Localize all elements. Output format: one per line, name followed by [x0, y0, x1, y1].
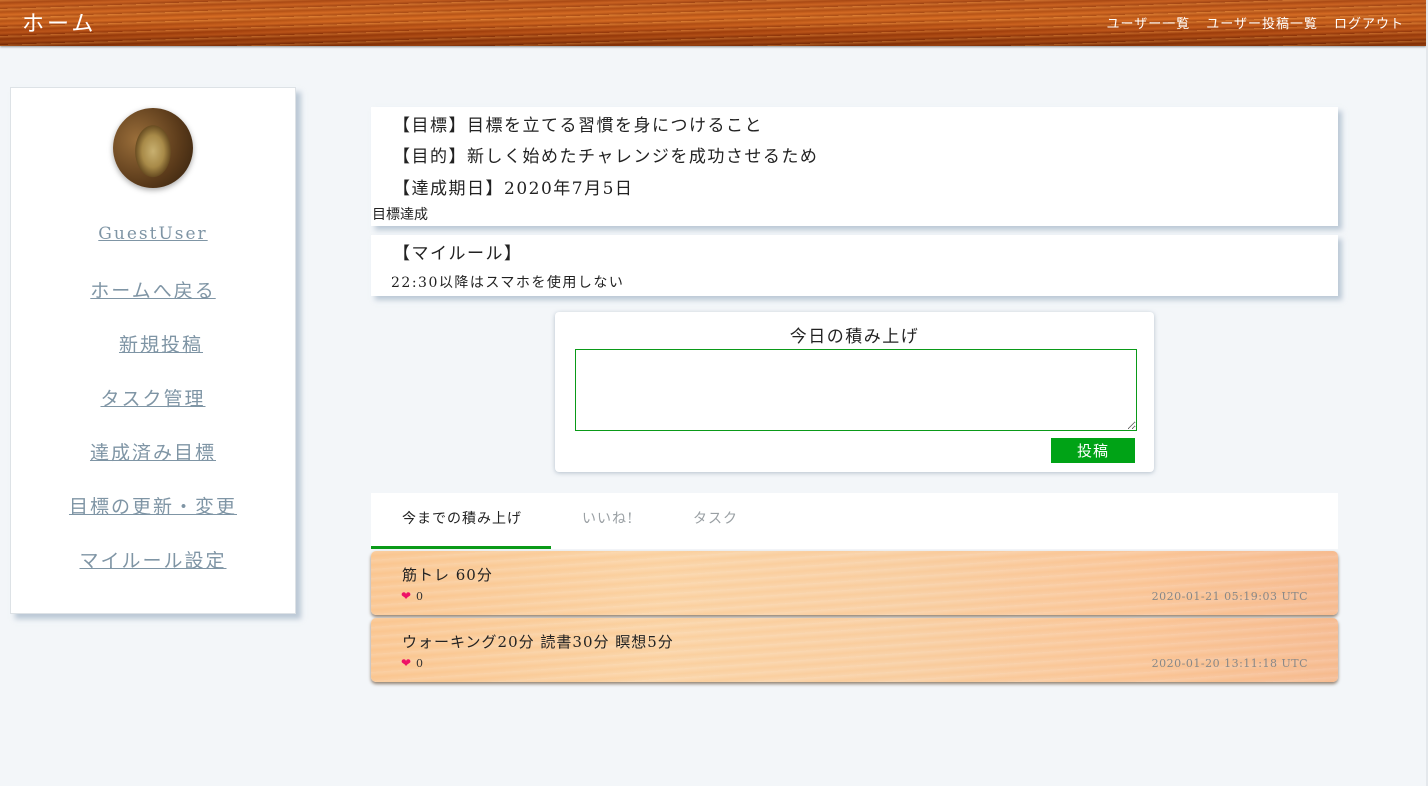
sidebar-item-update-goal[interactable]: 目標の更新・変更: [11, 492, 295, 519]
sidebar-item-achieved-goals[interactable]: 達成済み目標: [11, 438, 295, 465]
like-count: 0: [416, 590, 423, 603]
tab-history[interactable]: 今までの積み上げ: [371, 493, 551, 549]
header-nav: ユーザー一覧 ユーザー投稿一覧 ログアウト: [1106, 13, 1404, 32]
rules-title: 【マイルール】: [393, 244, 523, 264]
sidebar-item-my-rules[interactable]: マイルール設定: [11, 546, 295, 573]
goal-target: 【目標】目標を立てる習慣を身につけること: [393, 116, 763, 136]
goal-purpose: 【目的】新しく始めたチャレンジを成功させるため: [393, 147, 819, 167]
tab-bar: 今までの積み上げ いいね! タスク: [371, 493, 1338, 549]
goal-card: 【目標】目標を立てる習慣を身につけること 【目的】新しく始めたチャレンジを成功さ…: [371, 107, 1338, 226]
heart-icon[interactable]: ❤: [401, 589, 411, 603]
avatar[interactable]: [113, 108, 193, 188]
list-item[interactable]: 筋トレ 60分 ❤ 0 2020-01-21 05:19:03 UTC: [371, 551, 1338, 615]
daily-post-form: 今日の積み上げ 投稿: [555, 312, 1154, 472]
my-rules-card: 【マイルール】 22:30以降はスマホを使用しない: [371, 235, 1338, 296]
nav-user-list[interactable]: ユーザー一覧: [1106, 13, 1190, 32]
post-text: 筋トレ 60分: [402, 566, 493, 584]
like-count: 0: [416, 657, 423, 670]
goal-deadline: 【達成期日】2020年7月5日: [393, 179, 634, 199]
goal-status: 目標達成: [372, 207, 428, 223]
submit-post-button[interactable]: 投稿: [1051, 438, 1135, 463]
sidebar-item-new-post[interactable]: 新規投稿: [19, 330, 303, 357]
post-textarea[interactable]: [575, 349, 1137, 431]
nav-user-posts[interactable]: ユーザー投稿一覧: [1206, 13, 1318, 32]
sidebar: GuestUser ホームへ戻る 新規投稿 タスク管理 達成済み目標 目標の更新…: [10, 87, 296, 614]
top-header: ホーム ユーザー一覧 ユーザー投稿一覧 ログアウト: [0, 0, 1426, 46]
sidebar-item-home[interactable]: ホームへ戻る: [11, 276, 295, 303]
sidebar-item-tasks[interactable]: タスク管理: [11, 384, 295, 411]
heart-icon[interactable]: ❤: [401, 656, 411, 670]
page-title[interactable]: ホーム: [22, 6, 96, 38]
post-form-title: 今日の積み上げ: [789, 327, 920, 347]
tab-likes[interactable]: いいね!: [582, 493, 634, 549]
tab-tasks[interactable]: タスク: [693, 493, 738, 549]
post-timestamp: 2020-01-20 13:11:18 UTC: [1151, 657, 1308, 670]
nav-logout[interactable]: ログアウト: [1334, 13, 1404, 32]
post-text: ウォーキング20分 読書30分 瞑想5分: [402, 633, 674, 651]
username-link[interactable]: GuestUser: [11, 224, 295, 244]
rules-text: 22:30以降はスマホを使用しない: [391, 275, 625, 291]
list-item[interactable]: ウォーキング20分 読書30分 瞑想5分 ❤ 0 2020-01-20 13:1…: [371, 618, 1338, 682]
post-timestamp: 2020-01-21 05:19:03 UTC: [1151, 590, 1308, 603]
